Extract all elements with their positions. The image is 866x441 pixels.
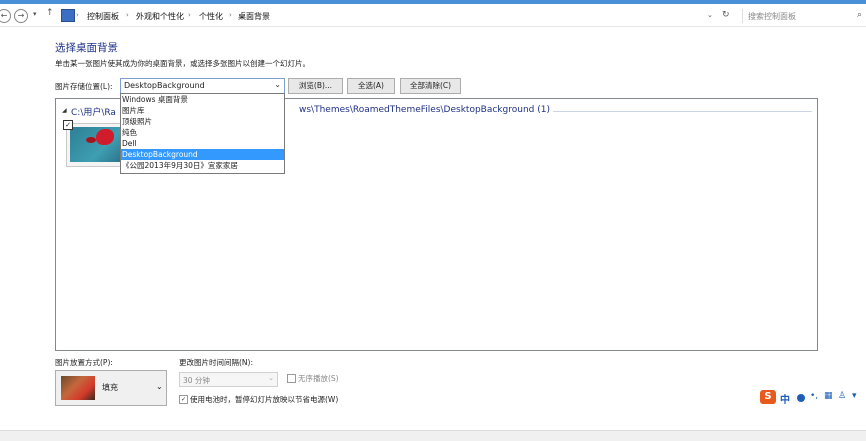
back-arrow-icon[interactable]: ← [0, 9, 11, 23]
dropdown-option-selected[interactable]: DesktopBackground [121, 149, 284, 160]
location-select-value: DesktopBackground [124, 81, 205, 90]
interval-label: 更改图片时间间隔(N): [179, 358, 253, 367]
flower-image [70, 127, 126, 162]
dropdown-option[interactable]: 纯色 [121, 127, 284, 138]
breadcrumb-separator: › [229, 11, 232, 19]
breadcrumb-item-personalization[interactable]: 个性化 [199, 11, 223, 22]
dropdown-option[interactable]: 顶级照片 [121, 116, 284, 127]
interval-value: 30 分钟 [183, 376, 210, 385]
thumbnail-checkbox[interactable]: ✓ [63, 120, 73, 130]
search-input[interactable]: 搜索控制面板 ⌕ [742, 9, 866, 23]
dropdown-option[interactable]: Dell [121, 138, 284, 149]
page-title: 选择桌面背景 [55, 42, 118, 54]
breadcrumb-separator: › [188, 11, 191, 19]
up-arrow-icon[interactable]: ↑ [46, 8, 54, 18]
ime-toolbar[interactable]: S 中 •, ▦ ♙ ▾ [760, 389, 866, 407]
chevron-down-icon[interactable]: ▾ [33, 10, 37, 18]
dropdown-option[interactable]: 《公园2013年9月30日》宜家家居 [121, 160, 284, 171]
picture-position-value: 填充 [102, 383, 118, 392]
browse-button[interactable]: 浏览(B)... [288, 78, 343, 94]
group-divider [553, 111, 812, 112]
search-placeholder: 搜索控制面板 [748, 12, 796, 21]
skin-icon[interactable]: ▾ [852, 391, 857, 401]
user-icon[interactable]: ♙ [838, 391, 846, 401]
breadcrumb-item-control-panel[interactable]: 控制面板 [87, 11, 119, 22]
interval-select[interactable]: 30 分钟 ⌄ [179, 372, 278, 387]
dropdown-option[interactable]: 图片库 [121, 105, 284, 116]
keyboard-icon[interactable]: ▦ [824, 391, 833, 401]
group-path-right: ws\Themes\RoamedThemeFiles\DesktopBackgr… [299, 105, 550, 115]
battery-label: 使用电池时，暂停幻灯片放映以节省电源(W) [190, 395, 339, 404]
location-dropdown-list[interactable]: Windows 桌面背景 图片库 顶级照片 纯色 Dell DesktopBac… [120, 93, 285, 174]
collapse-triangle-icon[interactable]: ◢ [62, 107, 67, 114]
forward-arrow-icon[interactable]: → [14, 9, 28, 23]
chevron-down-icon: ⌄ [268, 374, 274, 382]
clear-all-button[interactable]: 全部清除(C) [400, 78, 461, 94]
ime-language-indicator[interactable]: 中 [780, 391, 790, 406]
chevron-down-icon: ⌄ [156, 382, 163, 391]
position-preview-image [61, 376, 95, 400]
footer-bar [0, 430, 866, 441]
location-select[interactable]: DesktopBackground ⌄ [120, 78, 285, 94]
address-dropdown-icon[interactable]: ⌄ [707, 11, 713, 19]
sogou-logo-icon[interactable]: S [760, 390, 776, 404]
shuffle-checkbox[interactable] [287, 374, 296, 383]
select-all-button[interactable]: 全选(A) [347, 78, 395, 94]
breadcrumb-separator: › [126, 11, 129, 19]
picture-position-label: 图片放置方式(P): [55, 358, 113, 367]
punctuation-icon[interactable] [797, 394, 805, 402]
group-path-left: C:\用户\Ra [71, 108, 116, 118]
refresh-icon[interactable]: ↻ [722, 10, 730, 20]
location-label: 图片存储位置(L): [55, 82, 113, 91]
address-bar: ← → ▾ ↑ › 控制面板 › 外观和个性化 › 个性化 › 桌面背景 ⌄ ↻… [0, 4, 866, 27]
breadcrumb-separator: › [76, 11, 79, 19]
dropdown-option[interactable]: Windows 桌面背景 [121, 94, 284, 105]
flower-petal [86, 137, 96, 143]
page-subtitle: 单击某一张图片使其成为你的桌面背景，或选择多张图片以创建一个幻灯片。 [55, 59, 310, 68]
chevron-down-icon: ⌄ [274, 80, 281, 89]
search-icon[interactable]: ⌕ [857, 10, 862, 20]
breadcrumb-item-appearance[interactable]: 外观和个性化 [136, 11, 184, 22]
battery-checkbox[interactable]: ✓ [179, 395, 188, 404]
flower-petal [96, 129, 114, 145]
picture-position-select[interactable]: 填充 ⌄ [55, 370, 167, 406]
shuffle-label: 无序播放(S) [298, 374, 339, 383]
breadcrumb-item-desktop-background[interactable]: 桌面背景 [238, 11, 270, 22]
breadcrumb[interactable]: › 控制面板 › 外观和个性化 › 个性化 › 桌面背景 ⌄ [62, 9, 724, 23]
emoji-icon[interactable]: •, [810, 391, 818, 401]
